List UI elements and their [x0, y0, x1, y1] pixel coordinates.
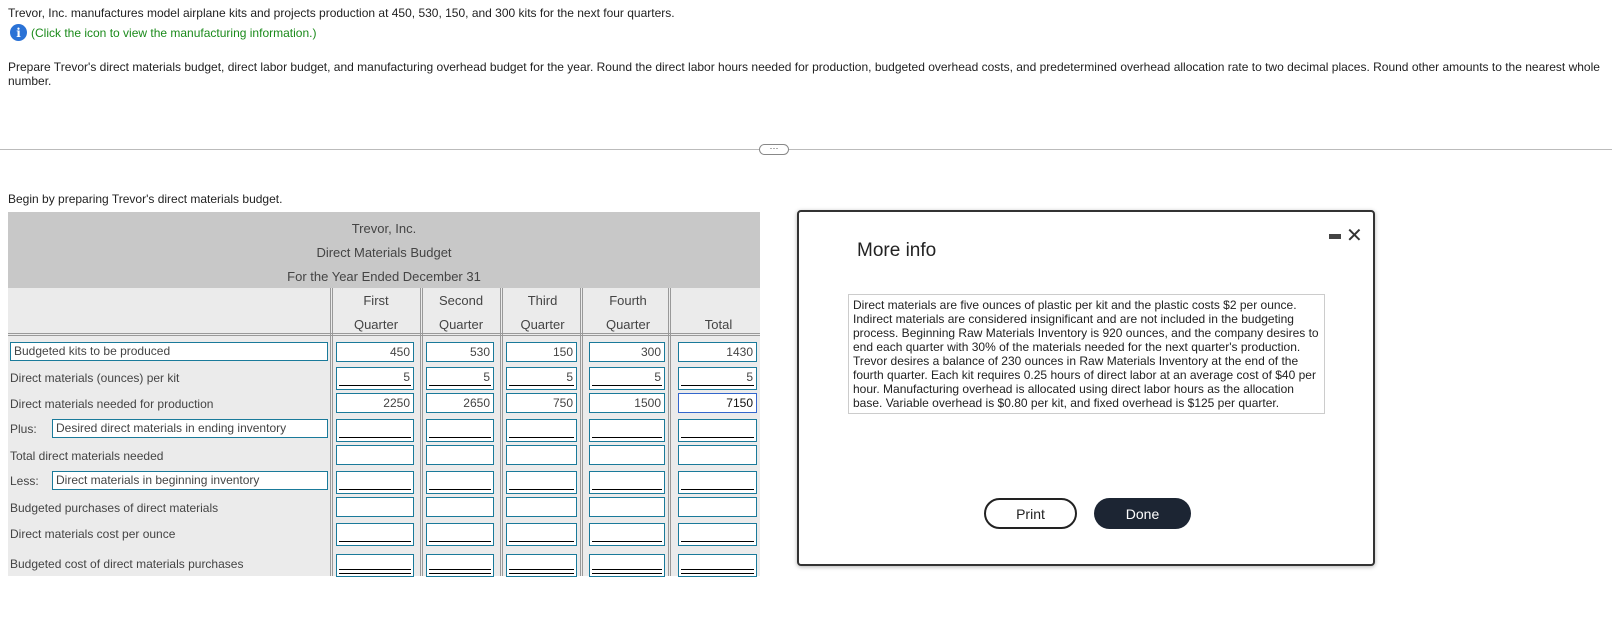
amount-input[interactable] [678, 419, 757, 442]
close-button[interactable]: ✕ [1346, 226, 1363, 246]
more-info-dialog: More info ✕ Direct materials are five ou… [797, 210, 1375, 566]
column-divider [330, 288, 333, 576]
amount-input[interactable] [506, 554, 577, 577]
column-divider [668, 288, 671, 576]
table-header: Trevor, Inc. Direct Materials Budget For… [8, 212, 760, 288]
step-prompt: Begin by preparing Trevor's direct mater… [8, 192, 283, 206]
divider [0, 149, 1612, 150]
amount-input[interactable] [589, 523, 665, 546]
row-label: Budgeted cost of direct materials purcha… [10, 557, 244, 571]
row-label-select[interactable]: Direct materials in beginning inventory [52, 471, 328, 490]
amount-input[interactable] [336, 523, 414, 546]
instructions: Prepare Trevor's direct materials budget… [8, 60, 1600, 88]
row-label-select[interactable]: Desired direct materials in ending inven… [52, 419, 328, 438]
amount-input[interactable]: 150 [506, 342, 577, 362]
amount-input[interactable] [589, 471, 665, 494]
minimize-button[interactable] [1329, 234, 1341, 239]
amount-input[interactable]: 750 [506, 393, 577, 413]
amount-input[interactable] [678, 554, 757, 577]
column-header: First [363, 293, 389, 308]
amount-input[interactable] [506, 419, 577, 442]
amount-input[interactable] [426, 523, 494, 546]
amount-input[interactable]: 2250 [336, 393, 414, 413]
amount-input[interactable]: 5 [589, 367, 665, 390]
amount-input[interactable]: 5 [426, 367, 494, 390]
problem-intro: Trevor, Inc. manufactures model airplane… [8, 6, 675, 20]
amount-input[interactable]: 5 [678, 367, 757, 390]
row-prefix: Less: [10, 474, 39, 488]
amount-input[interactable] [589, 497, 665, 517]
column-header: Second [438, 293, 484, 308]
amount-input[interactable]: 450 [336, 342, 414, 362]
amount-input[interactable] [678, 497, 757, 517]
row-label-select[interactable]: Budgeted kits to be produced [10, 342, 328, 361]
expand-button[interactable]: ··· [759, 144, 789, 155]
amount-input[interactable] [506, 497, 577, 517]
row-label: Direct materials needed for production [10, 397, 214, 411]
amount-input[interactable] [678, 445, 757, 465]
amount-input[interactable]: 300 [589, 342, 665, 362]
budget-title: Direct Materials Budget [316, 245, 452, 260]
amount-input[interactable] [589, 445, 665, 465]
amount-input[interactable] [426, 554, 494, 577]
column-header: Total [704, 317, 733, 332]
amount-input[interactable]: 530 [426, 342, 494, 362]
manufacturing-info-text: Direct materials are five ounces of plas… [848, 294, 1325, 414]
info-link[interactable]: i (Click the icon to view the manufactur… [10, 24, 316, 41]
info-icon[interactable]: i [10, 24, 27, 41]
amount-input[interactable] [336, 554, 414, 577]
amount-input[interactable] [426, 497, 494, 517]
column-divider [580, 288, 583, 576]
amount-input[interactable]: 5 [336, 367, 414, 390]
direct-materials-budget-table: Trevor, Inc. Direct Materials Budget For… [8, 212, 760, 577]
column-header: Third [527, 293, 558, 308]
column-header: Quarter [520, 317, 565, 332]
column-header: Quarter [605, 317, 651, 332]
info-link-text[interactable]: (Click the icon to view the manufacturin… [31, 26, 316, 40]
row-label: Direct materials (ounces) per kit [10, 371, 180, 385]
amount-input[interactable] [678, 471, 757, 494]
row-label: Direct materials cost per ounce [10, 527, 176, 541]
amount-input[interactable] [426, 471, 494, 494]
amount-input[interactable]: 7150 [678, 393, 757, 413]
amount-input[interactable] [506, 471, 577, 494]
budget-period: For the Year Ended December 31 [287, 269, 481, 284]
print-button[interactable]: Print [984, 498, 1077, 529]
amount-input[interactable] [506, 445, 577, 465]
amount-input[interactable] [336, 497, 414, 517]
amount-input[interactable]: 2650 [426, 393, 494, 413]
amount-input[interactable] [336, 471, 414, 494]
amount-input[interactable] [336, 445, 414, 465]
row-label: Total direct materials needed [10, 449, 164, 463]
amount-input[interactable] [589, 419, 665, 442]
amount-input[interactable] [426, 445, 494, 465]
amount-input[interactable] [678, 523, 757, 546]
amount-input[interactable]: 1430 [678, 342, 757, 362]
row-label: Budgeted purchases of direct materials [10, 501, 219, 515]
column-divider [420, 288, 423, 576]
amount-input[interactable]: 5 [506, 367, 577, 390]
column-header: Fourth [609, 293, 647, 308]
amount-input[interactable] [426, 419, 494, 442]
column-divider [500, 288, 503, 576]
done-button[interactable]: Done [1094, 498, 1191, 529]
row-prefix: Plus: [10, 422, 37, 436]
column-header: Quarter [438, 317, 484, 332]
amount-input[interactable] [336, 419, 414, 442]
amount-input[interactable] [506, 523, 577, 546]
amount-input[interactable]: 1500 [589, 393, 665, 413]
column-header: Quarter [353, 317, 399, 332]
dialog-title: More info [857, 240, 937, 261]
company-name: Trevor, Inc. [351, 221, 417, 236]
amount-input[interactable] [589, 554, 665, 577]
